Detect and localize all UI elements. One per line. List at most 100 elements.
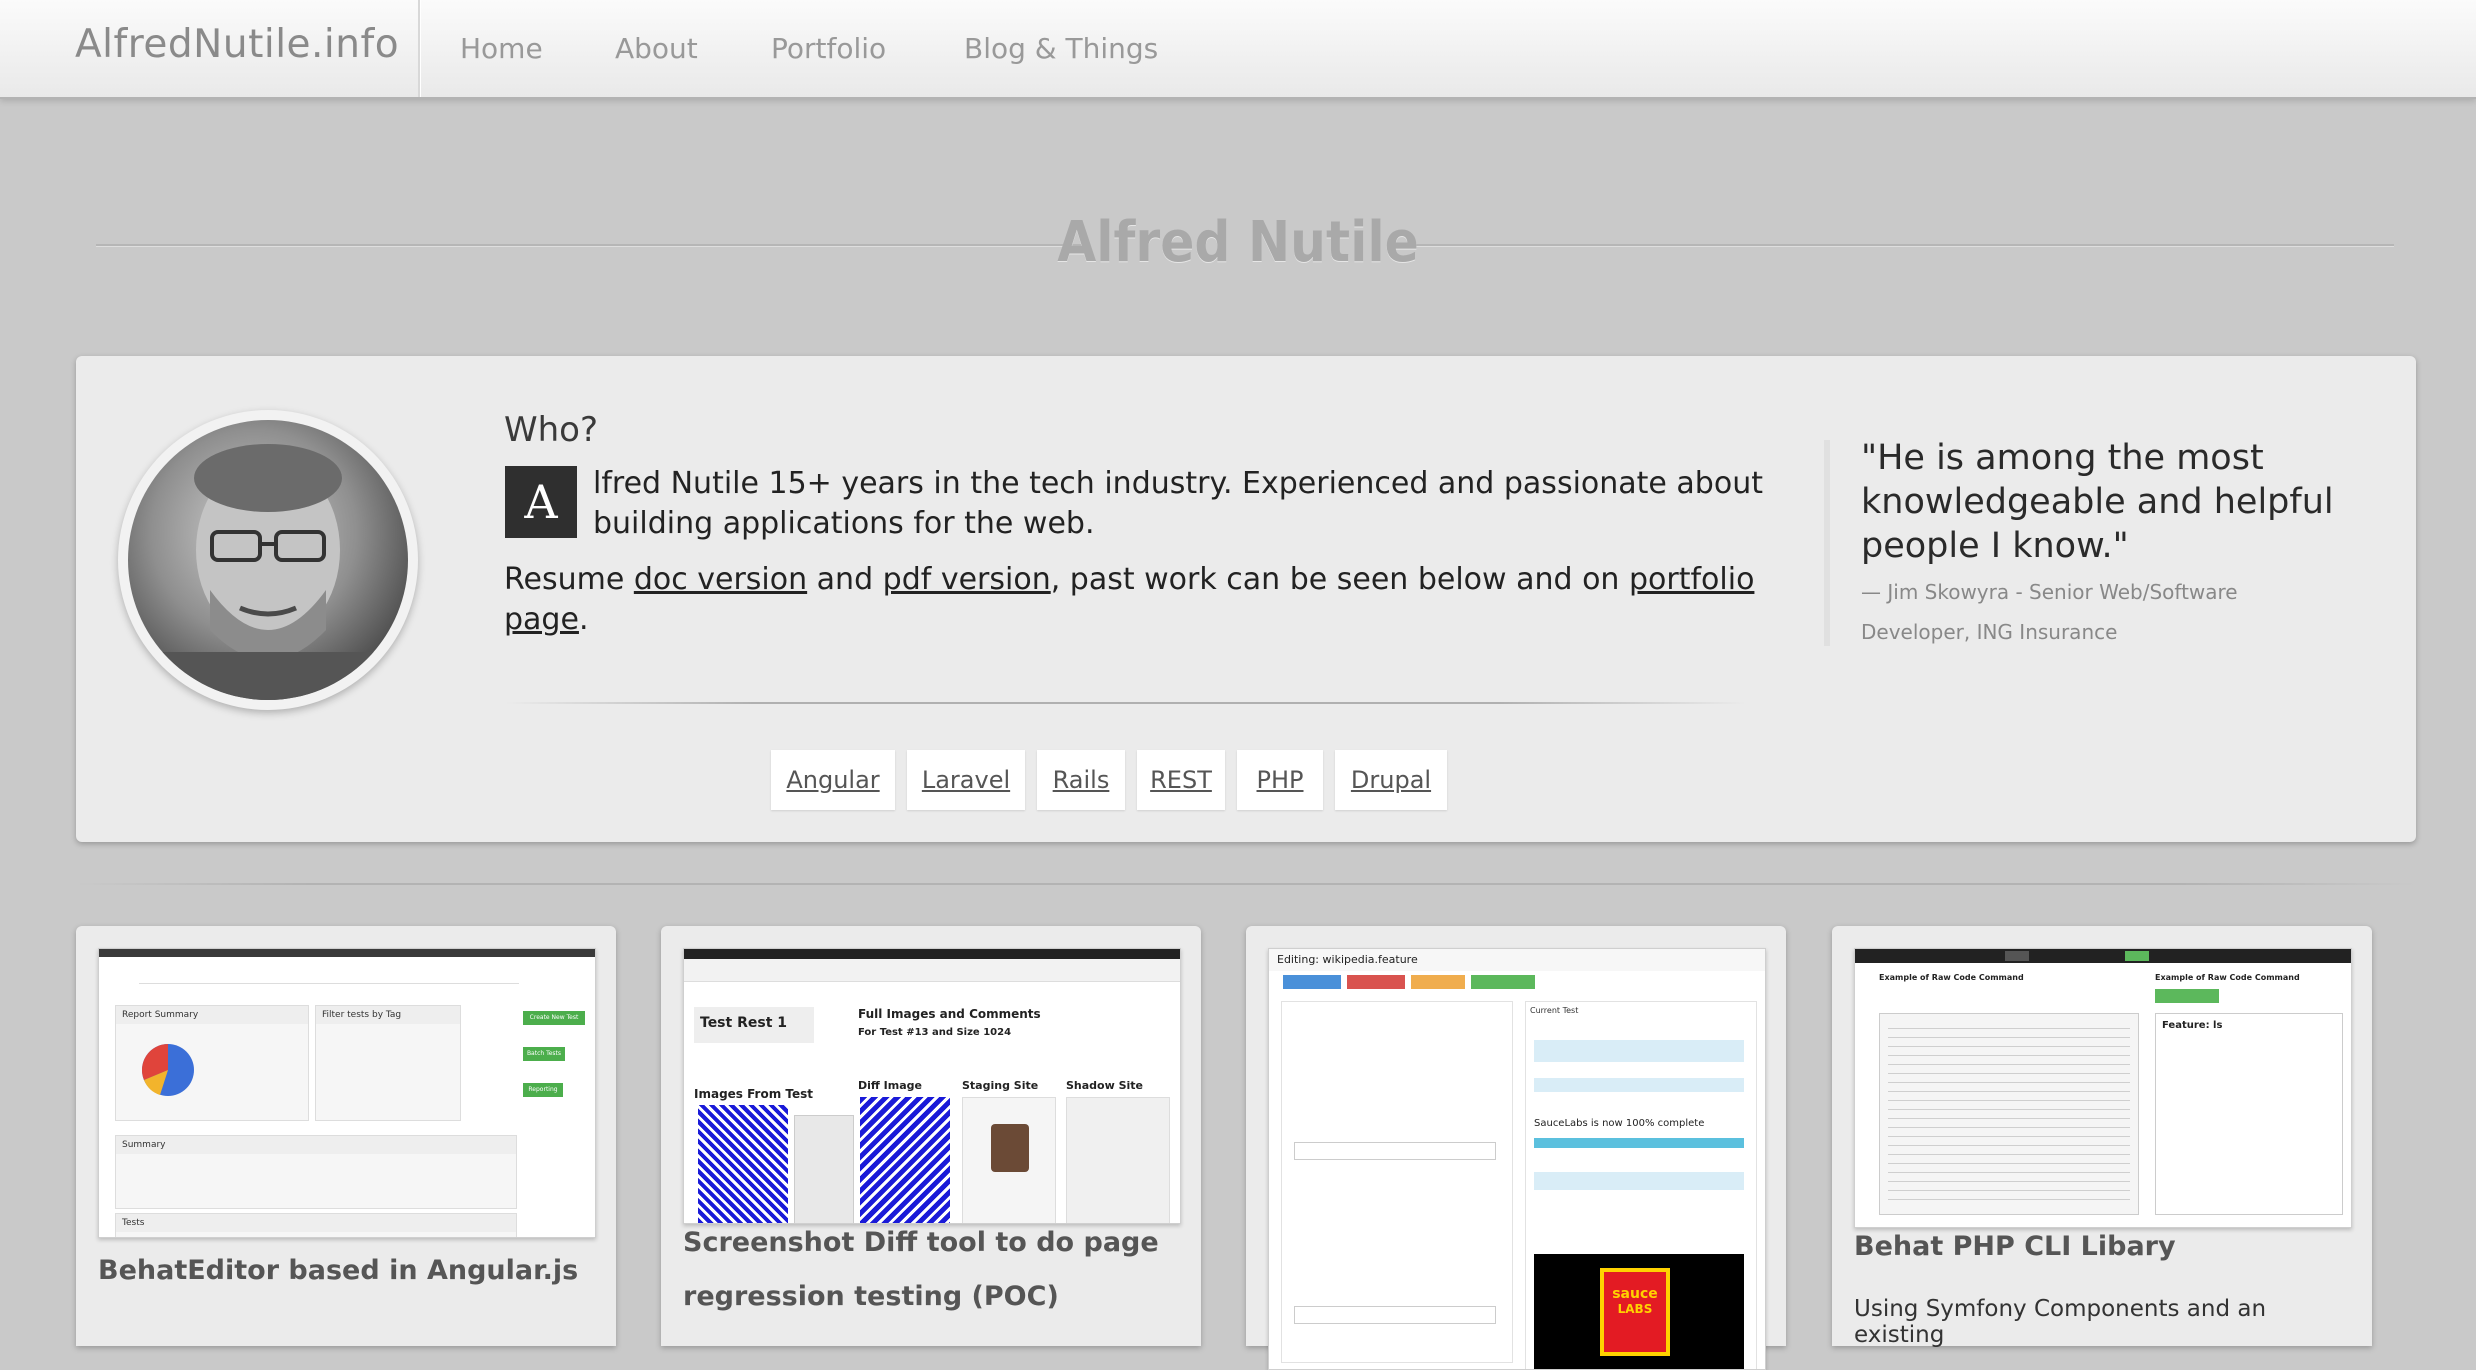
editor-panel: [1281, 1001, 1513, 1363]
portfolio-card-sauce-labs[interactable]: Editing: wikipedia.feature Current Test …: [1246, 926, 1786, 1370]
avatar-photo: [128, 420, 408, 700]
screenshot-wikipedia-feature[interactable]: Editing: wikipedia.feature Current Test …: [1268, 948, 1766, 1370]
card-divider: [506, 702, 1746, 704]
tag-angular[interactable]: Angular: [771, 750, 895, 810]
doc-version-link[interactable]: doc version: [634, 562, 807, 597]
intro-text: lfred Nutile 15+ years in the tech indus…: [593, 466, 1763, 541]
pie-chart-icon: [141, 1044, 194, 1096]
nav-home-pill: [2005, 951, 2029, 961]
code-lines: [1888, 1022, 2130, 1202]
tests-panel: Tests: [115, 1213, 517, 1237]
nav-home[interactable]: Home: [460, 32, 543, 65]
resume-prefix: Resume: [504, 562, 634, 597]
alert-info-2: [1534, 1078, 1744, 1092]
avatar: [118, 410, 418, 710]
delete-test-button[interactable]: [1347, 975, 1405, 989]
diff-image-label: Diff Image: [858, 1079, 922, 1092]
code-block: [1879, 1013, 2139, 1215]
app-topbar: [1855, 949, 2351, 963]
tag-rails[interactable]: Rails: [1037, 750, 1125, 810]
tests-title: Tests: [116, 1214, 516, 1232]
filter-title: Filter tests by Tag: [316, 1006, 460, 1024]
nav-blog[interactable]: Blog & Things: [964, 32, 1158, 65]
sauce-logo-box: sauce LABS: [1600, 1268, 1670, 1356]
quote-bar: [1824, 440, 1830, 646]
batch-tests-button[interactable]: Batch Tests: [523, 1047, 565, 1061]
shadow-site-image[interactable]: [1066, 1097, 1170, 1223]
app-topbar: [684, 949, 1180, 959]
portfolio-card-screenshot-diff[interactable]: Test Rest 1 Full Images and Comments For…: [661, 926, 1201, 1346]
dropcap: A: [505, 466, 577, 538]
nav-about[interactable]: About: [615, 32, 698, 65]
screenshot-diff-tool[interactable]: Test Rest 1 Full Images and Comments For…: [683, 948, 1181, 1224]
watch-video-bar[interactable]: [1534, 1172, 1744, 1190]
top-navbar: AlfredNutile.info Home About Portfolio B…: [0, 0, 2476, 99]
diff-thumbnail[interactable]: [698, 1105, 788, 1223]
who-heading: Who?: [504, 410, 599, 450]
sauce-logo-labs: LABS: [1617, 1302, 1653, 1316]
nav-portfolio[interactable]: Portfolio: [771, 32, 886, 65]
tag-rest[interactable]: REST: [1137, 750, 1225, 810]
diff-image[interactable]: [860, 1097, 950, 1223]
staging-site-image[interactable]: [962, 1097, 1056, 1223]
tag-laravel[interactable]: Laravel: [907, 750, 1025, 810]
resume-paragraph: Resume doc version and pdf version, past…: [504, 560, 1834, 640]
reporting-button[interactable]: Reporting: [523, 1083, 563, 1097]
filter-panel: Filter tests by Tag: [315, 1005, 461, 1121]
testimonial-quote: "He is among the most knowledgeable and …: [1861, 438, 2334, 566]
sauce-complete-label: SauceLabs is now 100% complete: [1534, 1118, 1705, 1129]
staging-site-label: Staging Site: [962, 1079, 1039, 1092]
sauce-logo-sauce: sauce: [1612, 1286, 1658, 1302]
portfolio-card-behateditor[interactable]: Report Summary Filter tests by Tag Creat…: [76, 926, 616, 1346]
run-new-test-button[interactable]: [2155, 989, 2219, 1003]
raw-command-label: Example of Raw Code Command: [1879, 973, 2024, 982]
editing-title: Editing: wikipedia.feature: [1269, 949, 1765, 971]
full-images-sub: For Test #13 and Size 1024: [858, 1027, 1012, 1038]
thumbnail-small[interactable]: [794, 1115, 854, 1223]
pdf-version-link[interactable]: pdf version: [883, 562, 1051, 597]
sauce-labs-logo: sauce LABS: [1534, 1254, 1744, 1369]
admin-button[interactable]: [1411, 975, 1465, 989]
create-new-test-button[interactable]: Create New Test: [523, 1011, 585, 1025]
run-sauce-button[interactable]: [1471, 975, 1535, 989]
app-topbar: [99, 949, 595, 957]
portrait-illustration: [128, 444, 408, 700]
about-card: Who? A lfred Nutile 15+ years in the tec…: [76, 356, 2416, 842]
shadow-site-label: Shadow Site: [1066, 1079, 1144, 1092]
app-toolbar: [684, 959, 1180, 982]
tag-php[interactable]: PHP: [1237, 750, 1323, 810]
images-from-test-label: Images From Test: [694, 1087, 813, 1101]
example-right-label: Example of Raw Code Command: [2155, 973, 2300, 982]
report-summary-title: Report Summary: [116, 1006, 308, 1024]
summary-panel: Summary: [115, 1135, 517, 1209]
portfolio-title-behateditor[interactable]: BehatEditor based in Angular.js: [98, 1244, 598, 1298]
photo-thumbnail: [991, 1124, 1029, 1172]
portfolio-title-behat-cli[interactable]: Behat PHP CLI Libary: [1854, 1220, 2354, 1274]
feature-name-input[interactable]: [1294, 1306, 1496, 1324]
summary-title: Summary: [116, 1136, 516, 1154]
save-test-button[interactable]: [1283, 975, 1341, 989]
full-images-heading: Full Images and Comments: [858, 1007, 1041, 1021]
results-panel: Current Test SauceLabs is now 100% compl…: [1525, 1001, 1757, 1369]
feature-tags-input[interactable]: [1294, 1142, 1496, 1160]
screenshot-behat-cli[interactable]: Example of Raw Code Command Example of R…: [1854, 948, 2352, 1228]
site-brand[interactable]: AlfredNutile.info: [75, 22, 399, 67]
screenshot-behateditor[interactable]: Report Summary Filter tests by Tag Creat…: [98, 948, 596, 1238]
test-rest-label: Test Rest 1: [694, 1007, 814, 1043]
current-test-label: Current Test: [1530, 1006, 1579, 1015]
testimonial-author: — Jim Skowyra - Senior Web/Software Deve…: [1861, 580, 2238, 644]
portfolio-card-behat-cli[interactable]: Example of Raw Code Command Example of R…: [1832, 926, 2372, 1348]
feature-ls-label: Feature: ls: [2162, 1020, 2223, 1031]
resume-and: and: [807, 562, 883, 597]
section-divider: [76, 883, 2416, 885]
report-summary-panel: Report Summary: [115, 1005, 309, 1121]
portfolio-title-screenshot-diff[interactable]: Screenshot Diff tool to do page regressi…: [683, 1216, 1183, 1324]
brand-divider: [418, 0, 421, 97]
progress-bar: [1534, 1138, 1744, 1148]
result-panel: Feature: ls: [2155, 1013, 2343, 1215]
portfolio-desc-behat-cli: Using Symfony Components and an existing: [1854, 1296, 2267, 1348]
alert-info: [1534, 1040, 1744, 1062]
resume-past-work: , past work can be seen below and on: [1050, 562, 1629, 597]
tag-drupal[interactable]: Drupal: [1335, 750, 1447, 810]
nav-green-pill: [2125, 951, 2149, 961]
